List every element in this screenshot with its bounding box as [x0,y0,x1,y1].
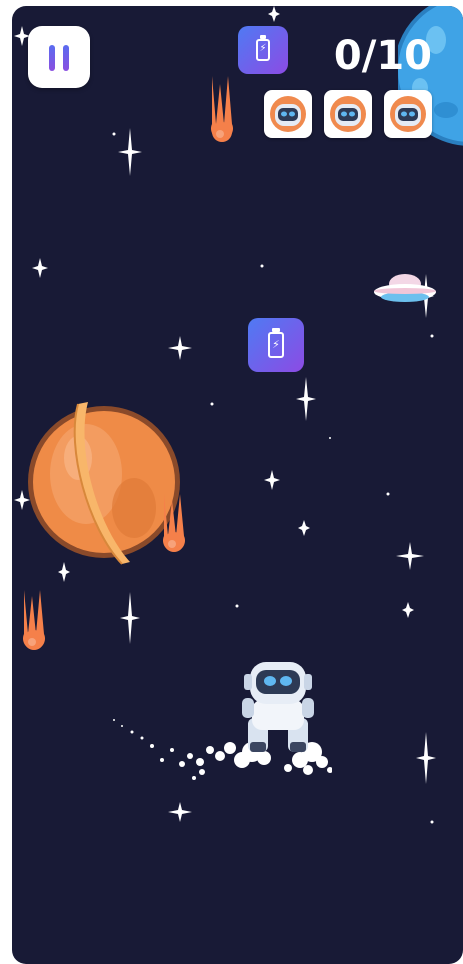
pause-button[interactable] [28,26,90,88]
score-counter: 0/10 [333,33,432,79]
game-canvas[interactable]: ⚡ ⚡ 0/10 [12,6,463,964]
star-icon [264,470,280,490]
star-icon [120,592,140,644]
meteor [211,76,233,142]
robot-slot [264,90,312,138]
star-icon [268,6,280,22]
meteor [23,590,45,650]
robot-slot [384,90,432,138]
star-icon [168,802,192,822]
star-icon [396,542,424,570]
robot-head-icon [390,96,426,132]
star-icon [168,336,192,360]
star-icon [416,732,436,784]
robot-player[interactable] [238,656,318,766]
battery-counter-icon: ⚡ [238,26,288,74]
star-icon [296,377,316,421]
pause-icon [28,26,90,88]
meteor [163,494,185,552]
lightning-icon: ⚡ [272,338,280,351]
star-icon [298,520,310,536]
lightning-icon: ⚡ [259,43,267,54]
star-icon [402,602,414,618]
ufo [374,274,436,302]
battery-pickup[interactable]: ⚡ [248,318,304,372]
star-icon [32,258,48,278]
robot-head-icon [270,96,306,132]
robot-head-icon [330,96,366,132]
battery-cap [272,328,280,332]
robot-slot [324,90,372,138]
star-icon [118,128,142,176]
